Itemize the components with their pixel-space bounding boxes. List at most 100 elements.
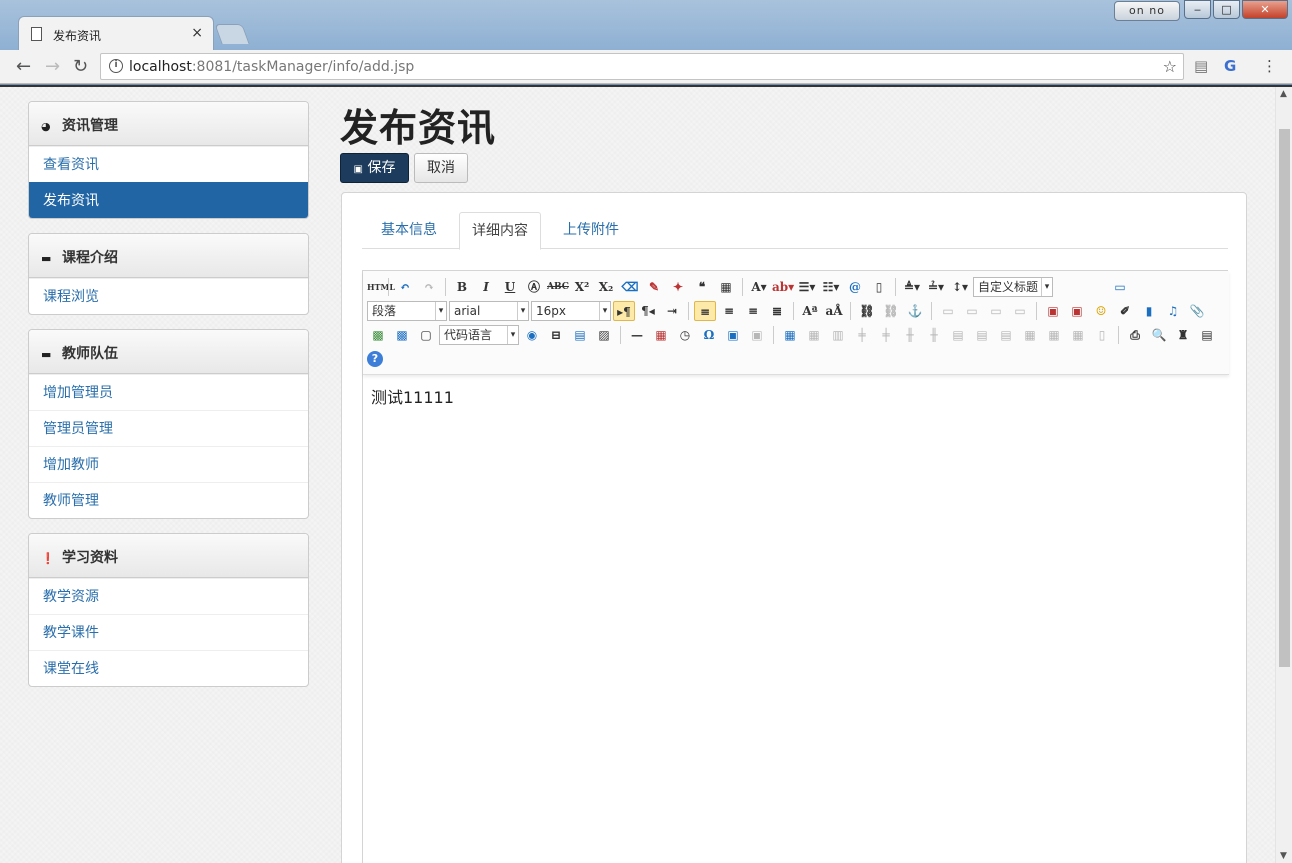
- paste-plain-icon[interactable]: ▦: [715, 277, 737, 297]
- music-icon[interactable]: ♫: [1162, 301, 1184, 321]
- backcolor-icon[interactable]: ab▾: [772, 277, 794, 297]
- select-all-icon[interactable]: @: [844, 277, 866, 297]
- close-window-button[interactable]: ✕: [1242, 0, 1288, 19]
- template-icon[interactable]: ▤: [569, 325, 591, 345]
- charts-icon[interactable]: ▯: [1091, 325, 1113, 345]
- insert-video-icon[interactable]: ▮: [1138, 301, 1160, 321]
- merge-down-icon[interactable]: ▤: [995, 325, 1017, 345]
- scroll-up-arrow-icon[interactable]: ▲: [1280, 89, 1287, 99]
- indent-icon[interactable]: ⇥: [661, 301, 683, 321]
- delete-table-icon[interactable]: ▦: [803, 325, 825, 345]
- drafts-icon[interactable]: ▤: [1196, 325, 1218, 345]
- font-size-select[interactable]: 16px: [531, 301, 611, 321]
- emotion-icon[interactable]: ☺: [1090, 301, 1112, 321]
- bold-icon[interactable]: B: [451, 277, 473, 297]
- redo-icon[interactable]: ↷: [418, 277, 440, 297]
- split-to-cols-icon[interactable]: ▦: [1067, 325, 1089, 345]
- maximize-button[interactable]: □: [1213, 0, 1240, 19]
- reader-mode-icon[interactable]: ▤: [1194, 57, 1208, 75]
- attachment-icon[interactable]: 📎: [1186, 301, 1208, 321]
- image-right-icon[interactable]: ▭: [985, 301, 1007, 321]
- format-brush-icon[interactable]: ✎: [643, 277, 665, 297]
- new-tab-button[interactable]: [214, 24, 250, 44]
- forward-arrow-icon[interactable]: →: [45, 56, 60, 77]
- searchreplace-icon[interactable]: ▣: [746, 325, 768, 345]
- page-scrollbar[interactable]: ▲ ▼: [1275, 87, 1292, 863]
- horizontal-rule-icon[interactable]: —: [626, 325, 648, 345]
- cancel-button[interactable]: 取消: [414, 153, 468, 183]
- pagebreak-icon[interactable]: ⊟: [545, 325, 567, 345]
- sidebar-item-teaching-resources[interactable]: 教学资源: [29, 578, 308, 614]
- split-to-cells-icon[interactable]: ▦: [1019, 325, 1041, 345]
- back-arrow-icon[interactable]: ←: [16, 56, 31, 77]
- tab-close-icon[interactable]: ×: [191, 25, 203, 41]
- align-left-icon[interactable]: ≡: [694, 301, 716, 321]
- minimize-button[interactable]: ‒: [1184, 0, 1211, 19]
- eraser-icon[interactable]: ⌫: [619, 277, 641, 297]
- tab-upload-attachment[interactable]: 上传附件: [563, 212, 619, 249]
- save-button[interactable]: ▣ 保存: [340, 153, 409, 183]
- undo-icon[interactable]: ↶: [394, 277, 416, 297]
- clear-doc-icon[interactable]: ▯: [868, 277, 890, 297]
- unlink-icon[interactable]: ⛓: [880, 301, 902, 321]
- gmap-icon[interactable]: ▩: [391, 325, 413, 345]
- unordered-list-icon[interactable]: ☷▾: [820, 277, 842, 297]
- row-spacing-top-icon[interactable]: ≜▾: [901, 277, 923, 297]
- preview-icon[interactable]: 🔍: [1148, 325, 1170, 345]
- sidebar-item-courseware[interactable]: 教学课件: [29, 614, 308, 650]
- align-justify-icon[interactable]: ≣: [766, 301, 788, 321]
- underline-icon[interactable]: U: [499, 277, 521, 297]
- reload-icon[interactable]: ↻: [73, 56, 88, 77]
- html-source-button[interactable]: HTML: [367, 277, 395, 297]
- blockquote-icon[interactable]: ❝: [691, 277, 713, 297]
- sidebar-item-teacher-manage[interactable]: 教师管理: [29, 482, 308, 518]
- superscript-icon[interactable]: X²: [571, 277, 593, 297]
- sidebar-item-view-news[interactable]: 查看资讯: [29, 146, 308, 182]
- image-left-icon[interactable]: ▭: [961, 301, 983, 321]
- tab-basic-info[interactable]: 基本信息: [381, 212, 437, 249]
- bookmark-star-icon[interactable]: ☆: [1163, 57, 1177, 76]
- insert-col-icon[interactable]: ╫: [899, 325, 921, 345]
- italic-icon[interactable]: I: [475, 277, 497, 297]
- insert-row-icon[interactable]: ╪: [851, 325, 873, 345]
- sidebar-item-course-browse[interactable]: 课程浏览: [29, 278, 308, 314]
- menu-kebab-icon[interactable]: ⋮: [1262, 57, 1277, 75]
- delete-col-icon[interactable]: ╫: [923, 325, 945, 345]
- sidebar-item-add-admin[interactable]: 增加管理员: [29, 374, 308, 410]
- tolowercase-icon[interactable]: aÅ: [823, 301, 845, 321]
- line-height-icon[interactable]: ↕▾: [949, 277, 971, 297]
- search-replace-binoculars-icon[interactable]: ♜: [1172, 325, 1194, 345]
- address-bar[interactable]: i localhost:8081/taskManager/info/add.js…: [100, 53, 1184, 80]
- touppercase-icon[interactable]: Aª: [799, 301, 821, 321]
- ltr-direction-icon[interactable]: ▸¶: [613, 301, 635, 321]
- date-icon[interactable]: ▦: [650, 325, 672, 345]
- special-chars-icon[interactable]: Ω: [698, 325, 720, 345]
- align-center-icon[interactable]: ≡: [718, 301, 740, 321]
- merge-right-icon[interactable]: ▤: [971, 325, 993, 345]
- row-spacing-bottom-icon[interactable]: ≟▾: [925, 277, 947, 297]
- image-none-icon[interactable]: ▭: [937, 301, 959, 321]
- print-icon[interactable]: ⎙: [1124, 325, 1146, 345]
- merge-cells-icon[interactable]: ▤: [947, 325, 969, 345]
- profile-button[interactable]: on no: [1114, 1, 1180, 21]
- font-border-icon[interactable]: Ⓐ: [523, 277, 545, 297]
- insert-table-icon[interactable]: ▦: [779, 325, 801, 345]
- delete-row-icon[interactable]: ╪: [875, 325, 897, 345]
- scroll-down-arrow-icon[interactable]: ▼: [1280, 851, 1287, 861]
- subscript-icon[interactable]: X₂: [595, 277, 617, 297]
- time-icon[interactable]: ◷: [674, 325, 696, 345]
- browser-tab-active[interactable]: 发布资讯 ×: [18, 16, 214, 50]
- map-icon[interactable]: ▩: [367, 325, 389, 345]
- translate-icon[interactable]: G: [1224, 57, 1236, 75]
- background-icon[interactable]: ▨: [593, 325, 615, 345]
- code-language-select[interactable]: 代码语言: [439, 325, 519, 345]
- tab-detail-content[interactable]: 详细内容: [459, 212, 541, 250]
- fullscreen-icon[interactable]: ▭: [1109, 277, 1131, 297]
- insert-image-icon[interactable]: ▣: [1066, 301, 1088, 321]
- info-icon[interactable]: i: [109, 59, 123, 73]
- custom-title-select[interactable]: 自定义标题: [973, 277, 1053, 297]
- rtl-direction-icon[interactable]: ¶◂: [637, 301, 659, 321]
- insert-paragraph-before-table-icon[interactable]: ▥: [827, 325, 849, 345]
- simple-upload-icon[interactable]: ▣: [1042, 301, 1064, 321]
- scrollbar-thumb[interactable]: [1279, 129, 1290, 667]
